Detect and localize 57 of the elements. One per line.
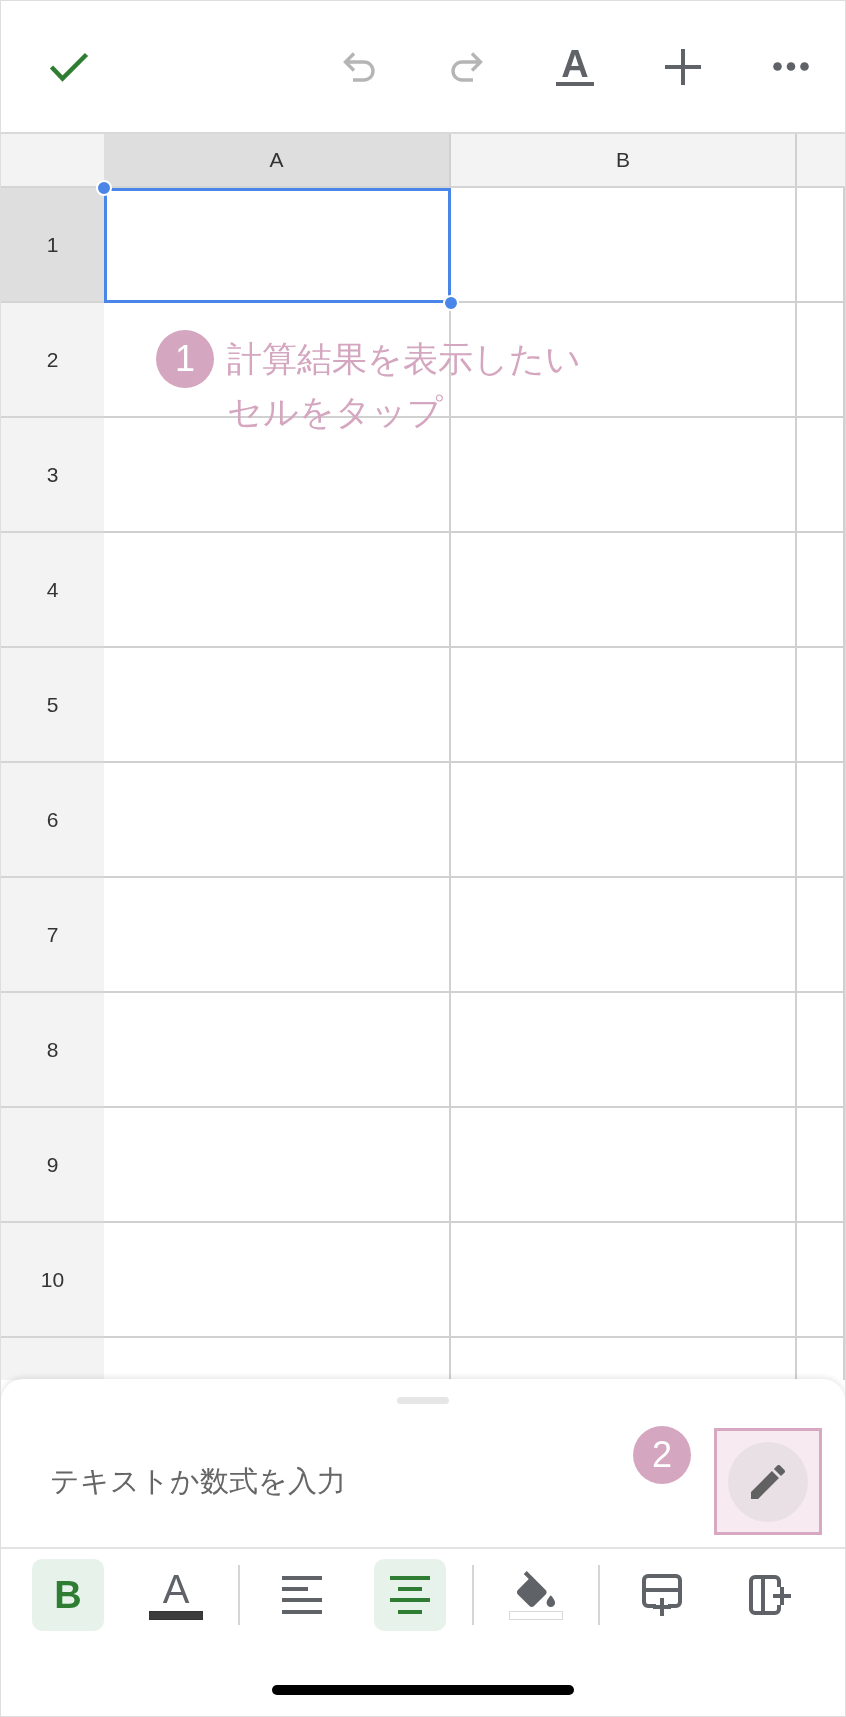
table-cell[interactable] xyxy=(797,533,845,648)
bold-button[interactable]: B xyxy=(32,1559,104,1631)
table-cell[interactable] xyxy=(797,993,845,1108)
table-cell[interactable] xyxy=(451,878,797,993)
row-header[interactable]: 2 xyxy=(1,303,104,418)
table-cell[interactable] xyxy=(451,533,797,648)
table-cell[interactable] xyxy=(104,878,451,993)
table-cell[interactable] xyxy=(451,993,797,1108)
table-cell[interactable] xyxy=(797,418,845,533)
row-header[interactable]: 4 xyxy=(1,533,104,648)
table-cell[interactable] xyxy=(451,1223,797,1338)
insert-column-icon xyxy=(749,1575,791,1615)
step-number-badge: 2 xyxy=(633,1426,691,1484)
selected-cell[interactable] xyxy=(104,188,451,303)
column-header[interactable]: A xyxy=(104,134,451,188)
formula-input[interactable]: テキストか数式を入力 xyxy=(48,1461,624,1502)
row-header[interactable]: 5 xyxy=(1,648,104,763)
column-header[interactable]: B xyxy=(451,134,797,188)
row-header[interactable]: 1 xyxy=(1,188,104,303)
table-cell[interactable] xyxy=(104,763,451,878)
table-cell[interactable] xyxy=(104,993,451,1108)
row-header[interactable]: 10 xyxy=(1,1223,104,1338)
table-cell[interactable] xyxy=(451,648,797,763)
row-header[interactable]: 8 xyxy=(1,993,104,1108)
row-header[interactable]: 9 xyxy=(1,1108,104,1223)
table-cell[interactable] xyxy=(451,418,797,533)
check-icon xyxy=(49,51,89,82)
table-cell[interactable] xyxy=(797,763,845,878)
table-cell[interactable] xyxy=(797,648,845,763)
table-cell[interactable] xyxy=(104,1223,451,1338)
insert-row-icon xyxy=(642,1574,682,1616)
more-icon xyxy=(773,62,809,71)
table-cell[interactable] xyxy=(451,763,797,878)
table-cell[interactable] xyxy=(797,1108,845,1223)
column-header[interactable] xyxy=(797,134,845,188)
plus-icon xyxy=(665,48,701,85)
table-cell[interactable] xyxy=(797,878,845,993)
table-cell[interactable] xyxy=(104,533,451,648)
align-center-button[interactable] xyxy=(374,1559,446,1631)
pencil-icon xyxy=(751,1464,785,1499)
text-format-button[interactable]: A xyxy=(545,36,605,97)
table-cell[interactable] xyxy=(797,188,845,303)
annotation-text: 計算結果を表示したいセルをタップ xyxy=(227,338,582,433)
table-cell[interactable] xyxy=(104,1108,451,1223)
table-cell[interactable] xyxy=(797,303,845,418)
align-left-icon xyxy=(282,1576,322,1614)
table-cell[interactable] xyxy=(797,1223,845,1338)
table-cell[interactable] xyxy=(104,648,451,763)
drag-handle[interactable] xyxy=(397,1397,449,1404)
row-header[interactable] xyxy=(1,1338,104,1380)
paint-bucket-icon xyxy=(515,1570,557,1607)
row-header[interactable]: 6 xyxy=(1,763,104,878)
align-center-icon xyxy=(390,1576,430,1614)
row-header[interactable]: 7 xyxy=(1,878,104,993)
table-cell[interactable] xyxy=(451,1108,797,1223)
row-header[interactable]: 3 xyxy=(1,418,104,533)
text-color-button[interactable]: A xyxy=(140,1559,212,1631)
